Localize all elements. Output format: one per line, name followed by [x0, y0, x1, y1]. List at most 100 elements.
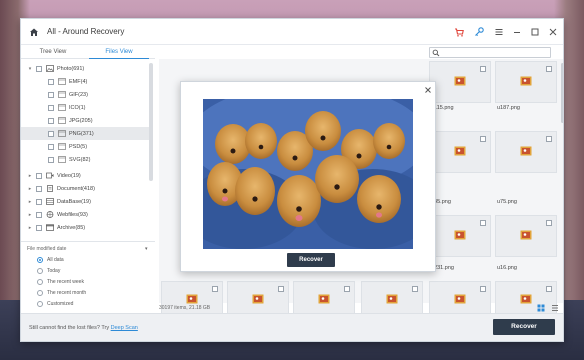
chevron-right-icon[interactable]: ▸	[27, 225, 33, 231]
file-thumbnail[interactable]	[495, 61, 557, 103]
grid-scrollbar[interactable]	[561, 63, 563, 123]
radio-label: The recent month	[47, 290, 87, 296]
deep-scan-link[interactable]: Deep Scan	[111, 325, 138, 331]
title-bar: All - Around Recovery	[21, 19, 563, 45]
close-icon[interactable]	[547, 26, 559, 38]
checkbox[interactable]	[48, 143, 54, 150]
chevron-down-icon[interactable]: ▾	[27, 66, 33, 72]
tab-tree-view[interactable]: Tree View	[23, 47, 83, 59]
cart-icon[interactable]	[453, 26, 465, 38]
home-icon[interactable]	[29, 27, 39, 37]
tree-item-label: DataBase(19)	[57, 198, 91, 205]
checkbox[interactable]	[36, 224, 42, 231]
checkbox[interactable]	[546, 136, 552, 142]
checkbox[interactable]	[36, 172, 42, 179]
checkbox[interactable]	[344, 286, 350, 292]
photo-icon	[46, 65, 54, 72]
file-name: u75.png	[497, 199, 517, 205]
file-name: u115.png	[431, 105, 454, 111]
preview-recover-button[interactable]: Recover	[287, 253, 335, 267]
file-thumbnail[interactable]	[495, 131, 557, 173]
checkbox[interactable]	[36, 65, 42, 72]
radio-customized[interactable]: Customized	[37, 299, 73, 309]
file-name: u45.png	[431, 199, 451, 205]
deep-scan-prompt: Still cannot find the lost files? Try	[29, 325, 110, 331]
video-icon	[46, 172, 54, 179]
tree-item-psd[interactable]: PSD(5)	[21, 140, 149, 153]
chevron-right-icon[interactable]: ▸	[27, 212, 33, 218]
checkbox[interactable]	[480, 66, 486, 72]
tree-item-jpg[interactable]: JPG(205)	[21, 114, 149, 127]
checkbox[interactable]	[48, 104, 54, 111]
file-thumbnail[interactable]	[429, 131, 491, 173]
tree-item-photo[interactable]: ▾ Photo(691)	[21, 62, 149, 75]
image-file-icon	[58, 91, 66, 98]
checkbox[interactable]	[36, 185, 42, 192]
radio-recent-month[interactable]: The recent month	[37, 288, 86, 298]
tree-item-svg[interactable]: SVG(82)	[21, 153, 149, 166]
radio-button[interactable]	[37, 290, 43, 296]
archive-icon	[46, 224, 54, 231]
chevron-right-icon[interactable]: ▸	[27, 186, 33, 192]
image-file-icon	[58, 130, 66, 137]
key-icon[interactable]	[473, 26, 485, 38]
radio-button[interactable]	[37, 301, 43, 307]
tree-item-document[interactable]: ▸ Document(418)	[21, 182, 149, 195]
filter-title: File modified date	[27, 246, 67, 252]
checkbox[interactable]	[546, 66, 552, 72]
file-thumbnail[interactable]	[429, 61, 491, 103]
search-icon	[432, 49, 440, 57]
tree-item-gif[interactable]: GIF(23)	[21, 88, 149, 101]
checkbox[interactable]	[36, 211, 42, 218]
checkbox[interactable]	[36, 198, 42, 205]
tree-item-label: EMF(4)	[69, 78, 88, 85]
checkbox[interactable]	[480, 220, 486, 226]
file-thumbnail[interactable]	[429, 215, 491, 257]
checkbox[interactable]	[48, 156, 54, 163]
grid-view-icon[interactable]	[537, 304, 545, 312]
maximize-icon[interactable]	[529, 26, 541, 38]
checkbox[interactable]	[546, 220, 552, 226]
checkbox[interactable]	[48, 130, 54, 137]
radio-button[interactable]	[37, 279, 43, 285]
tree-item-database[interactable]: ▸ DataBase(19)	[21, 195, 149, 208]
radio-button[interactable]	[37, 268, 43, 274]
tree-scrollbar[interactable]	[149, 63, 153, 181]
chevron-down-icon[interactable]: ▾	[145, 246, 148, 252]
tree-item-video[interactable]: ▸ Video(19)	[21, 169, 149, 182]
chevron-right-icon[interactable]: ▸	[27, 173, 33, 179]
radio-button[interactable]	[37, 257, 43, 263]
tree-item-archive[interactable]: ▸ Archive(85)	[21, 221, 149, 234]
checkbox[interactable]	[48, 78, 54, 85]
file-thumbnail[interactable]	[495, 215, 557, 257]
checkbox[interactable]	[480, 136, 486, 142]
tree-item-ico[interactable]: ICO(1)	[21, 101, 149, 114]
tree-item-label: Document(418)	[57, 185, 95, 192]
globe-icon	[46, 211, 54, 218]
tree-item-label: SVG(82)	[69, 156, 91, 163]
checkbox[interactable]	[48, 117, 54, 124]
checkbox[interactable]	[278, 286, 284, 292]
preview-image	[203, 99, 413, 249]
minimize-icon[interactable]	[511, 26, 523, 38]
radio-all-data[interactable]: All data	[37, 255, 64, 265]
tree-item-label: PNG(371)	[69, 130, 94, 137]
menu-icon[interactable]	[493, 26, 505, 38]
tree-item-emf[interactable]: EMF(4)	[21, 75, 149, 88]
checkbox[interactable]	[48, 91, 54, 98]
checkbox[interactable]	[412, 286, 418, 292]
tab-files-view[interactable]: Files View	[89, 47, 149, 59]
radio-today[interactable]: Today	[37, 266, 60, 276]
radio-recent-week[interactable]: The recent week	[37, 277, 84, 287]
checkbox[interactable]	[212, 286, 218, 292]
search-input[interactable]	[429, 47, 551, 58]
chevron-right-icon[interactable]: ▸	[27, 199, 33, 205]
recover-button[interactable]: Recover	[493, 319, 555, 335]
status-bar: 30197 items, 21.18 GB	[159, 303, 563, 313]
tree-item-png[interactable]: PNG(371)	[21, 127, 149, 140]
checkbox[interactable]	[546, 286, 552, 292]
checkbox[interactable]	[480, 286, 486, 292]
list-view-icon[interactable]	[551, 304, 559, 312]
close-icon[interactable]	[424, 86, 432, 94]
tree-item-webfiles[interactable]: ▸ Webfiles(93)	[21, 208, 149, 221]
